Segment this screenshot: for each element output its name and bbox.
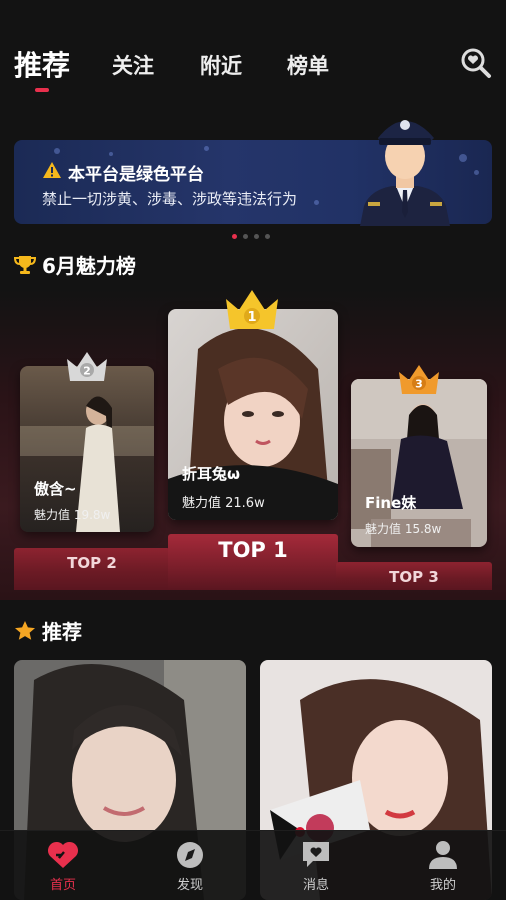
ranking-title: 6月魅力榜 [42, 254, 136, 278]
tab-recommend[interactable]: 推荐 [14, 44, 70, 84]
rank-1-score: 魅力值 21.6w [182, 496, 265, 511]
police-officer-illustration [360, 120, 450, 226]
podium-first: TOP 1 [168, 534, 338, 590]
tab-ranking[interactable]: 榜单 [287, 50, 329, 80]
top-tab-bar: 推荐 关注 附近 榜单 [14, 40, 492, 92]
nav-messages[interactable]: 消息 [276, 839, 356, 893]
active-tab-indicator [35, 88, 49, 92]
nav-discover[interactable]: 发现 [150, 839, 230, 893]
crown-rank-1: 1 [247, 310, 256, 325]
silver-crown-icon: 2 [67, 352, 107, 381]
banner-pager [232, 234, 272, 240]
nav-messages-label: 消息 [302, 878, 329, 893]
nav-mine[interactable]: 我的 [403, 839, 483, 893]
bronze-crown-icon: 3 [399, 365, 439, 394]
crown-rank-2: 2 [83, 365, 91, 378]
compass-icon [177, 842, 203, 868]
banner-subtitle: 禁止一切涉黄、涉毒、涉政等违法行为 [42, 190, 298, 208]
podium-label-top3: TOP 3 [389, 568, 439, 586]
nav-home[interactable]: 首页 [23, 839, 103, 893]
rank-card-2[interactable]: 傲含~ 魅力值 19.8w [20, 366, 154, 532]
rank-3-name: Fine妹 [365, 494, 417, 512]
gold-crown-icon: 1 [226, 290, 278, 329]
message-heart-icon [303, 842, 329, 867]
trophy-icon [14, 256, 36, 274]
warning-icon [43, 162, 61, 178]
star-icon [15, 621, 35, 640]
rank-1-name: 折耳兔ω [182, 465, 241, 483]
podium-second: TOP 2 [14, 548, 170, 590]
recommend-title: 推荐 [42, 620, 82, 644]
nav-discover-label: 发现 [176, 878, 203, 893]
search-heart-icon[interactable] [460, 47, 492, 79]
rank-2-score: 魅力值 19.8w [34, 508, 111, 522]
bottom-nav: 首页 发现 消息 我的 [0, 830, 506, 900]
rank-card-3[interactable]: Fine妹 魅力值 15.8w [351, 379, 487, 547]
pager-dot [265, 234, 270, 239]
rank-2-name: 傲含~ [34, 480, 77, 498]
heart-chat-icon [47, 841, 79, 868]
pager-dot [243, 234, 248, 239]
podium-label-top1: TOP 1 [218, 538, 288, 562]
crown-rank-3: 3 [415, 378, 423, 391]
tab-nearby[interactable]: 附近 [200, 50, 242, 80]
pager-dot [232, 234, 237, 239]
podium-third: TOP 3 [336, 562, 492, 590]
rank-card-1[interactable]: 折耳兔ω 魅力值 21.6w [168, 309, 338, 520]
nav-home-label: 首页 [49, 878, 76, 893]
rank-3-score: 魅力值 15.8w [365, 522, 442, 536]
banner-title: 本平台是绿色平台 [68, 165, 204, 185]
tab-follow[interactable]: 关注 [112, 50, 154, 80]
nav-mine-label: 我的 [429, 878, 456, 893]
person-icon [429, 841, 457, 869]
pager-dot [254, 234, 259, 239]
rank-1-photo [168, 309, 338, 520]
podium-label-top2: TOP 2 [67, 554, 117, 572]
